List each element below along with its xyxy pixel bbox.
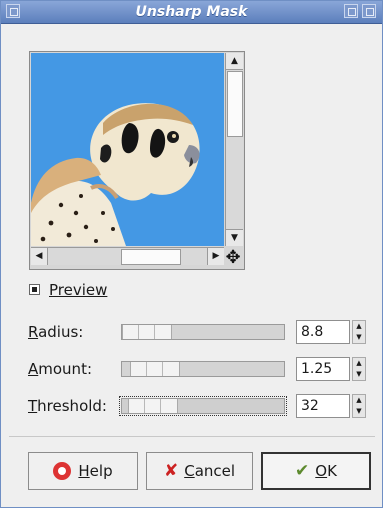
- radius-stepper[interactable]: ▲ ▼: [352, 320, 366, 344]
- help-button-label: Help: [78, 462, 113, 480]
- radius-slider-handle[interactable]: [122, 325, 172, 339]
- radius-label: Radius:: [28, 323, 84, 341]
- cancel-button-label: Cancel: [184, 462, 236, 480]
- close-icon[interactable]: [362, 4, 376, 18]
- threshold-input[interactable]: 32: [296, 394, 350, 418]
- ok-button-label: OK: [315, 462, 337, 480]
- vertical-scroll-thumb[interactable]: [227, 71, 243, 137]
- preview-vertical-scrollbar[interactable]: ▲ ▼: [225, 53, 243, 246]
- unsharp-mask-dialog: Unsharp Mask ▲ ▼ ◀ ▶ ✥ Preview Radius: 8…: [0, 0, 383, 508]
- threshold-stepper[interactable]: ▲ ▼: [352, 394, 366, 418]
- threshold-slider-handle[interactable]: [128, 399, 178, 413]
- radius-slider[interactable]: [121, 324, 285, 340]
- radius-row: Radius: 8.8 ▲ ▼: [28, 320, 373, 344]
- check-icon: ✔: [295, 461, 310, 481]
- help-button[interactable]: Help: [28, 452, 138, 490]
- threshold-row: Threshold: 32 ▲ ▼: [28, 394, 373, 418]
- preview-label[interactable]: Preview: [49, 281, 107, 299]
- ok-button[interactable]: ✔ OK: [261, 452, 371, 490]
- preview-image[interactable]: [31, 53, 224, 246]
- scroll-down-icon[interactable]: ▼: [226, 229, 243, 246]
- lifebuoy-icon: [53, 462, 72, 480]
- cancel-button[interactable]: ✘ Cancel: [146, 452, 253, 490]
- preview-area: ▲ ▼ ◀ ▶: [29, 51, 245, 270]
- scroll-left-icon[interactable]: ◀: [31, 248, 48, 265]
- maximize-icon[interactable]: [344, 4, 358, 18]
- preview-checkbox[interactable]: [29, 284, 40, 295]
- move-arrows-icon[interactable]: ✥: [223, 248, 243, 268]
- preview-horizontal-scrollbar[interactable]: ◀ ▶: [31, 247, 224, 265]
- amount-label: Amount:: [28, 360, 93, 378]
- amount-slider-handle[interactable]: [130, 362, 180, 376]
- button-separator: [9, 436, 375, 437]
- amount-slider[interactable]: [121, 361, 285, 377]
- horizontal-scroll-thumb[interactable]: [121, 249, 181, 265]
- title-bar[interactable]: Unsharp Mask: [1, 1, 382, 24]
- threshold-label: Threshold:: [28, 397, 107, 415]
- amount-row: Amount: 1.25 ▲ ▼: [28, 357, 373, 381]
- cross-icon: ✘: [163, 461, 179, 481]
- scroll-right-icon[interactable]: ▶: [207, 248, 224, 265]
- amount-input[interactable]: 1.25: [296, 357, 350, 381]
- scroll-up-icon[interactable]: ▲: [226, 53, 243, 70]
- amount-stepper[interactable]: ▲ ▼: [352, 357, 366, 381]
- threshold-slider[interactable]: [119, 396, 287, 416]
- radius-input[interactable]: 8.8: [296, 320, 350, 344]
- window-title: Unsharp Mask: [135, 4, 248, 20]
